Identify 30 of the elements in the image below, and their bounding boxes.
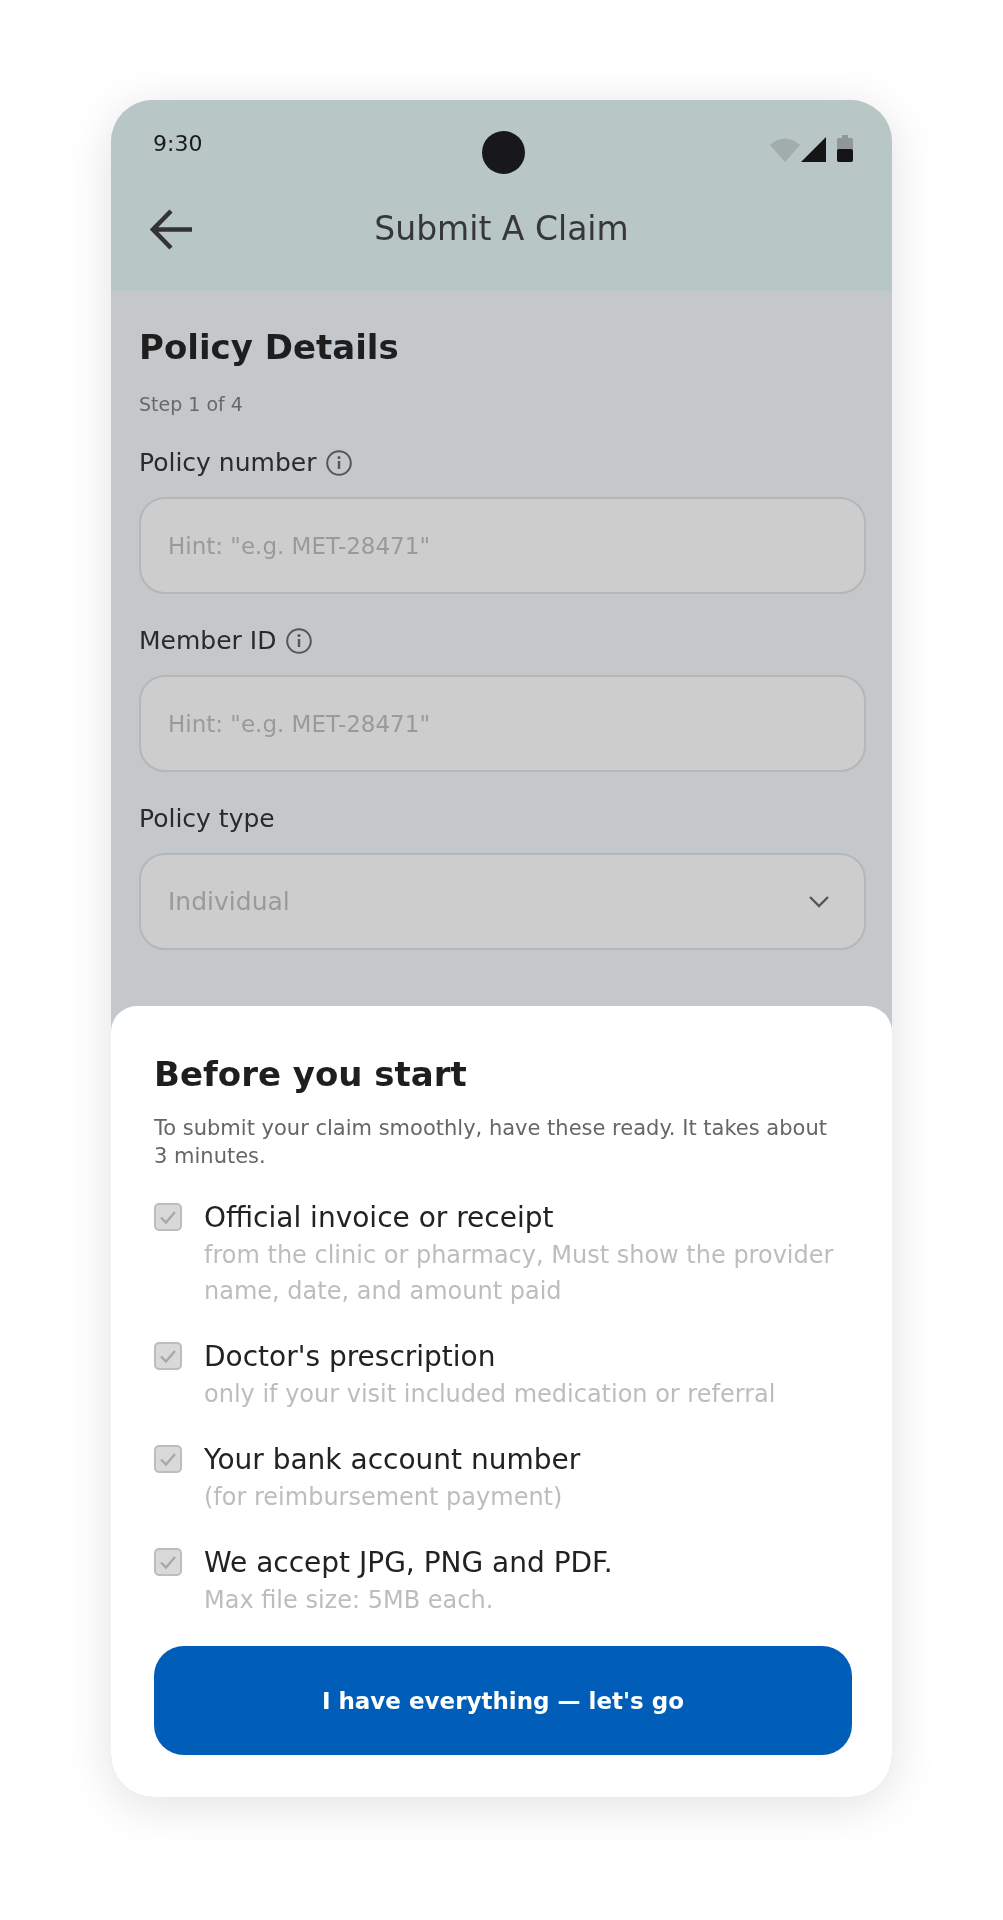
sheet-title: Before you start (154, 1053, 468, 1096)
step-indicator: Step 1 of 4 (139, 392, 244, 416)
chevron-down-icon (808, 895, 830, 908)
checklist-item-title: Official invoice or receipt (204, 1201, 555, 1235)
status-time: 9:30 (153, 131, 203, 157)
info-icon[interactable] (326, 450, 353, 476)
confirm-button[interactable]: I have everything — let's go (154, 1646, 852, 1755)
section-title: Policy Details (139, 326, 400, 369)
signal-icon (801, 137, 826, 162)
checklist-item-detail: only if your visit included medication or referral (204, 1379, 777, 1410)
checklist-item-title: Doctor's prescription (204, 1340, 497, 1374)
info-icon[interactable] (286, 628, 313, 654)
screen-title: Submit A Claim (374, 208, 629, 250)
sheet-description: To submit your claim smoothly, have these ready. It takes about 3 minutes. (154, 1115, 828, 1170)
back-arrow-icon[interactable] (150, 208, 192, 250)
checklist-item-detail: from the clinic or pharmacy, Must show the provider name, date, and amount paid (204, 1240, 835, 1307)
checklist-item-detail: Max file size: 5MB each. (204, 1585, 495, 1616)
checklist-item-title: Your bank account number (204, 1443, 582, 1477)
field-label: Policy number (139, 448, 317, 478)
checkbox[interactable] (154, 1548, 182, 1576)
battery-icon (837, 135, 853, 162)
checklist-item-title: We accept JPG, PNG and PDF. (204, 1546, 614, 1580)
field-label: Member ID (139, 626, 277, 656)
camera-dot-icon (481, 131, 525, 174)
checklist-item-detail: (for reimbursement payment) (204, 1482, 564, 1513)
field-label: Policy type (139, 804, 275, 834)
checkbox[interactable] (154, 1203, 182, 1231)
checkbox[interactable] (154, 1342, 182, 1370)
checkbox[interactable] (154, 1445, 182, 1473)
wifi-icon (770, 137, 800, 162)
